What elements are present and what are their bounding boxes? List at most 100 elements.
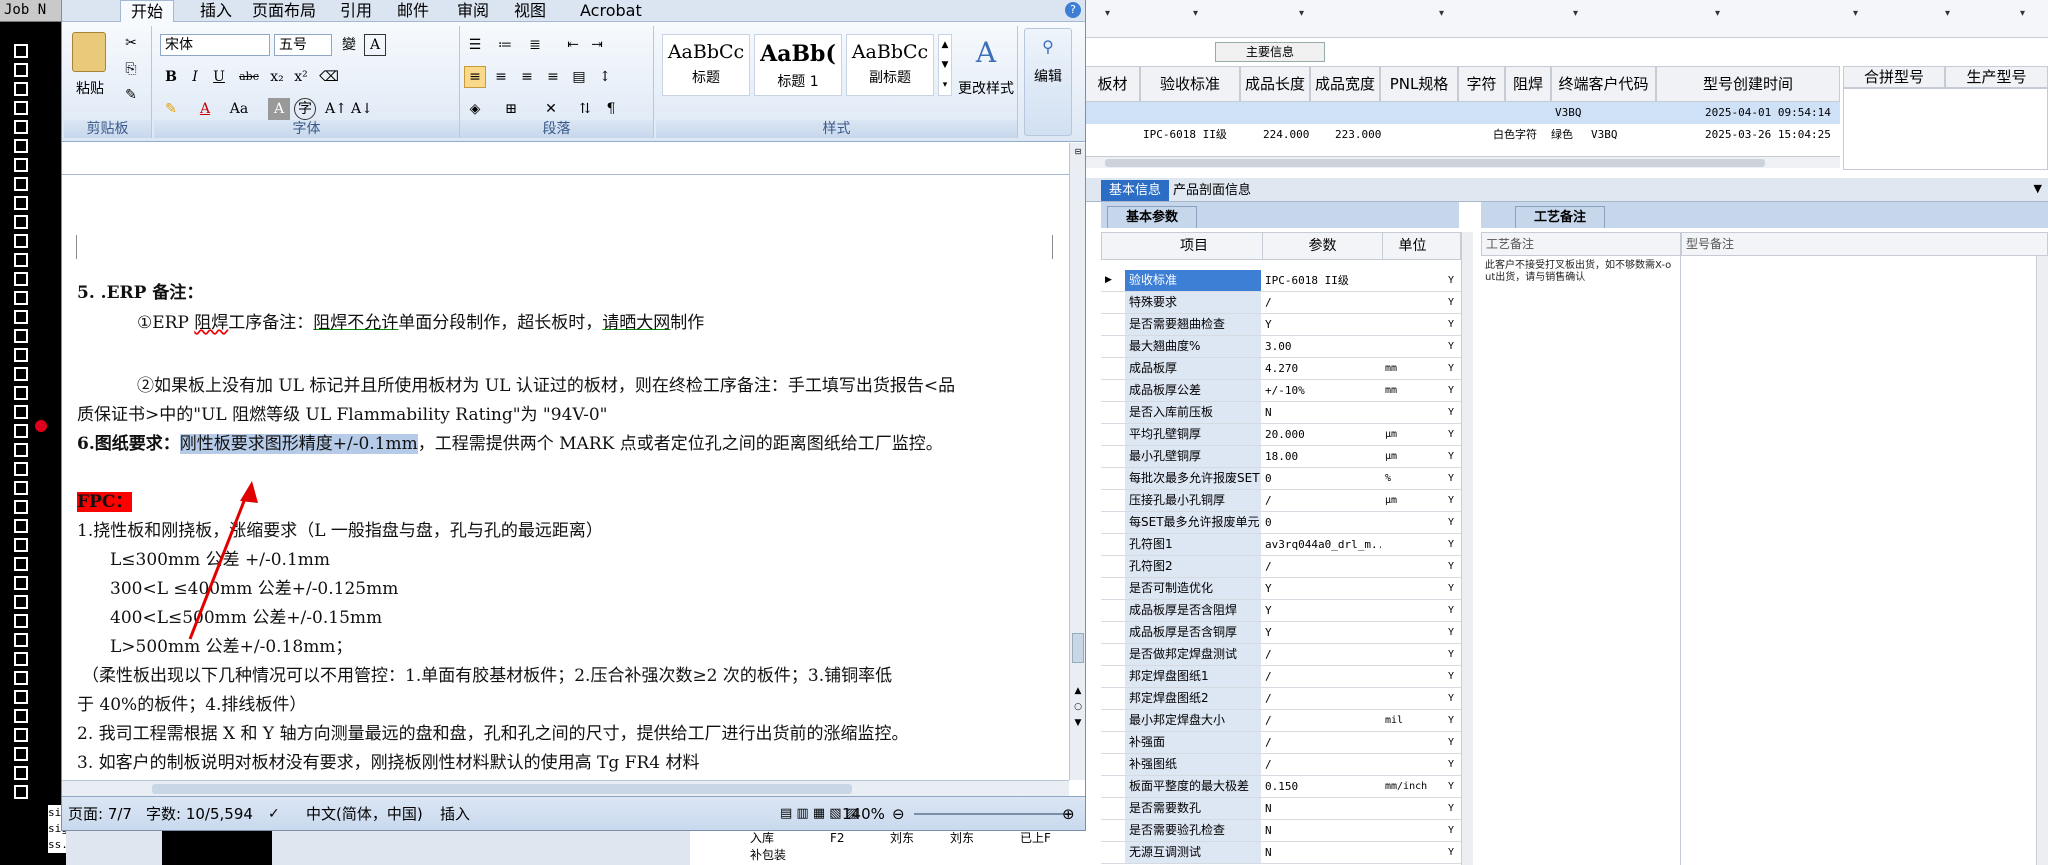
align-right-icon[interactable]: ≡ — [516, 66, 538, 88]
param-cell[interactable]: Y — [1441, 732, 1461, 753]
copy-icon[interactable]: ⎘ — [120, 58, 142, 80]
language[interactable]: 中文(简体，中国) — [306, 797, 423, 831]
param-cell[interactable]: / — [1261, 292, 1381, 313]
decrease-indent-icon[interactable]: ⇤ — [562, 34, 584, 56]
param-cell[interactable]: 平均孔壁铜厚 — [1125, 424, 1261, 445]
param-row[interactable]: 是否可制造优化 Y Y — [1101, 578, 1461, 600]
param-cell[interactable]: 是否需要数孔 — [1125, 798, 1261, 819]
row-checkbox[interactable] — [14, 614, 28, 628]
param-row[interactable]: 是否做邦定焊盘测试 / Y — [1101, 644, 1461, 666]
zoom-in-icon[interactable]: ⊕ — [1062, 797, 1075, 831]
align-left-icon[interactable]: ≡ — [464, 66, 486, 88]
doc-line[interactable]: L>500mm 公差+/-0.18mm； — [110, 632, 352, 657]
col-header[interactable]: 终端客户代码 — [1551, 66, 1656, 102]
row-checkbox[interactable] — [14, 747, 28, 761]
param-cell[interactable]: 成品板厚是否含铜厚 — [1125, 622, 1261, 643]
row-checkbox[interactable] — [14, 557, 28, 571]
param-row[interactable]: 最小邦定焊盘大小 / mil Y — [1101, 710, 1461, 732]
param-row[interactable]: 成品板厚公差 +/-10% mm Y — [1101, 380, 1461, 402]
notes-col-header[interactable]: 型号备注 — [1681, 232, 2048, 256]
tab-layout[interactable]: 页面布局 — [242, 0, 326, 22]
font-name-select[interactable]: 宋体 — [160, 34, 270, 56]
doc-line[interactable]: L≤300mm 公差 +/-0.1mm — [110, 545, 330, 570]
tab-acrobat[interactable]: Acrobat — [570, 0, 652, 22]
table-row[interactable]: V3BQ 2025-04-01 09:54:14 — [1085, 102, 1840, 124]
col-header[interactable]: PNL规格 — [1380, 66, 1458, 102]
doc-line[interactable]: （柔性板出现以下几种情况可以不用管控：1.单面有胶基材板件；2.压合补强次数≥2… — [82, 661, 892, 686]
col-header[interactable]: 板材 — [1085, 66, 1140, 102]
param-cell[interactable]: N — [1261, 402, 1381, 423]
param-cell[interactable]: Y — [1441, 754, 1461, 775]
param-cell[interactable]: μm — [1381, 424, 1441, 445]
doc-line[interactable]: 2. 我司工程需根据 X 和 Y 轴方向测量最远的盘和盘，孔和孔之间的尺寸，提供… — [77, 719, 909, 744]
doc-line[interactable]: 3. 如客户的制板说明对板材没有要求，刚挠板刚性材料默认的使用高 Tg FR4 … — [77, 748, 699, 773]
row-checkbox[interactable] — [14, 519, 28, 533]
col-header[interactable]: 生产型号 — [1945, 66, 2048, 88]
filter-dropdown[interactable]: ▾ — [1715, 8, 1720, 19]
increase-indent-icon[interactable]: ⇥ — [586, 34, 608, 56]
row-checkbox[interactable] — [14, 63, 28, 77]
param-cell[interactable]: 是否可制造优化 — [1125, 578, 1261, 599]
zoom-out-icon[interactable]: ⊖ — [892, 797, 905, 831]
param-cell[interactable]: Y — [1441, 644, 1461, 665]
param-cell[interactable]: / — [1261, 710, 1381, 731]
font-size-select[interactable]: 五号 — [274, 34, 332, 56]
param-cell[interactable]: mm — [1381, 380, 1441, 401]
row-checkbox[interactable] — [14, 671, 28, 685]
scroll-thumb[interactable] — [1105, 159, 1765, 167]
param-cell[interactable]: 0 — [1261, 512, 1381, 533]
param-cell[interactable]: 补强图纸 — [1125, 754, 1261, 775]
help-icon[interactable]: ? — [1065, 2, 1081, 18]
param-cell[interactable]: Y — [1441, 820, 1461, 841]
param-row[interactable]: 是否入库前压板 N Y — [1101, 402, 1461, 424]
param-cell[interactable]: 最小邦定焊盘大小 — [1125, 710, 1261, 731]
param-cell[interactable]: 压接孔最小孔铜厚 — [1125, 490, 1261, 511]
row-checkbox[interactable] — [14, 253, 28, 267]
doc-line[interactable]: 6.图纸要求：刚性板要求图形精度+/-0.1mm，工程需提供两个 MARK 点或… — [77, 429, 943, 454]
col-header[interactable]: 成品宽度 — [1310, 66, 1380, 102]
param-row[interactable]: 每批次最多允许报废SET 0% Y — [1101, 468, 1461, 490]
param-cell[interactable]: av3rq044a0_drl_m... — [1261, 534, 1381, 555]
row-checkbox[interactable] — [14, 462, 28, 476]
param-cell[interactable]: Y — [1261, 600, 1381, 621]
param-row[interactable]: 邦定焊盘图纸1/ Y — [1101, 666, 1461, 688]
param-cell[interactable]: 是否入库前压板 — [1125, 402, 1261, 423]
param-cell[interactable]: / — [1261, 666, 1381, 687]
scroll-thumb[interactable] — [152, 784, 852, 794]
param-cell[interactable]: Y — [1261, 622, 1381, 643]
param-cell[interactable]: 最大翘曲度% — [1125, 336, 1261, 357]
doc-line[interactable]: 300<L ≤400mm 公差+/-0.125mm — [110, 574, 398, 599]
filter-dropdown[interactable]: ▾ — [1193, 8, 1198, 19]
notes-col-header[interactable]: 工艺备注 — [1481, 232, 1681, 256]
param-row[interactable]: 孔符图2/ Y — [1101, 556, 1461, 578]
param-cell[interactable]: % — [1381, 468, 1441, 489]
zoom-level[interactable]: 140% — [842, 797, 885, 831]
param-cell[interactable]: 是否需要验孔检查 — [1125, 820, 1261, 841]
param-cell[interactable]: Y — [1441, 468, 1461, 489]
row-checkbox[interactable] — [14, 177, 28, 191]
param-cell[interactable]: 成品板厚 — [1125, 358, 1261, 379]
param-cell[interactable]: / — [1261, 490, 1381, 511]
row-checkbox[interactable] — [14, 576, 28, 590]
list-item[interactable]: 补包装 — [750, 847, 786, 864]
param-cell[interactable]: 补强面 — [1125, 732, 1261, 753]
param-cell[interactable]: Y — [1441, 292, 1461, 313]
param-row[interactable]: 平均孔壁铜厚 20.000 μm Y — [1101, 424, 1461, 446]
param-cell[interactable]: / — [1261, 556, 1381, 577]
change-styles-icon[interactable]: A — [958, 36, 1014, 69]
param-cell[interactable]: 18.00 — [1261, 446, 1381, 467]
tab-profile-info[interactable]: 产品剖面信息 — [1165, 180, 1259, 201]
row-checkbox[interactable] — [14, 215, 28, 229]
param-row[interactable]: 成品板厚是否含阻焊 Y Y — [1101, 600, 1461, 622]
insert-mode[interactable]: 插入 — [440, 797, 470, 831]
param-cell[interactable]: 0.150 — [1261, 776, 1381, 797]
row-checkbox[interactable] — [14, 234, 28, 248]
list-item[interactable]: ss.d — [48, 837, 66, 853]
param-cell[interactable]: μm — [1381, 490, 1441, 511]
row-checkbox[interactable] — [14, 481, 28, 495]
param-cell[interactable]: 板面平整度的最大极差 — [1125, 776, 1261, 797]
main-info-tab[interactable]: 主要信息 — [1215, 42, 1325, 62]
edit-group[interactable]: ⚲ 编辑 — [1024, 28, 1072, 136]
tab-basic-info[interactable]: 基本信息 — [1101, 180, 1170, 201]
param-row[interactable]: 无源互调测试 N Y — [1101, 842, 1461, 864]
